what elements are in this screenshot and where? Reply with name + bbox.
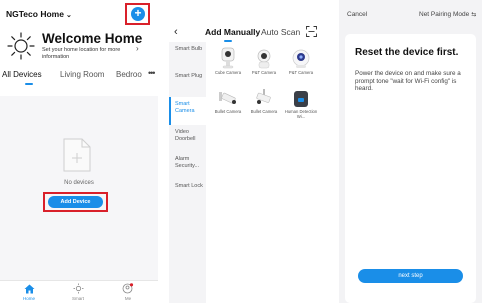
bullet-camera-icon xyxy=(219,92,236,104)
add-device-screen: ‹ Add Manually Auto Scan Smart Bulb Smar… xyxy=(169,0,321,303)
add-device-highlight-box: Add Device xyxy=(43,192,108,212)
device-pt-camera-2[interactable]: P&T Camera xyxy=(282,44,320,75)
reset-description: Power the device on and make sure a prom… xyxy=(355,70,461,92)
add-device-button[interactable]: Add Device xyxy=(48,196,103,208)
nav-home-label: Home xyxy=(22,296,35,301)
add-highlight-box: + xyxy=(125,3,150,25)
device-bullet-camera-1[interactable]: Bullet Camera xyxy=(209,83,247,114)
device-label: P&T Camera xyxy=(251,70,277,75)
smart-sun-icon xyxy=(73,283,83,294)
category-smart-lock[interactable]: Smart Lock xyxy=(169,181,206,205)
category-alarm-security[interactable]: Alarm Security... xyxy=(169,154,206,178)
net-pairing-mode-label: Net Pairing Mode xyxy=(419,11,470,18)
home-name: NGTeco Home xyxy=(6,9,64,19)
category-list: Smart Bulb Smart Plug Smart Camera Video… xyxy=(169,42,206,303)
home-header: NGTeco Home ⌄ + Welcome Home Set your hom… xyxy=(0,0,158,96)
empty-document-icon xyxy=(63,138,91,172)
switch-icon: ⇆ xyxy=(471,12,477,18)
home-screen: NGTeco Home ⌄ + Welcome Home Set your hom… xyxy=(0,0,158,303)
net-pairing-screen: Cancel Net Pairing Mode ⇆ Reset the devic… xyxy=(339,0,482,303)
more-icon[interactable]: ••• xyxy=(146,68,156,78)
device-cube-camera[interactable]: Cube Camera xyxy=(209,44,247,75)
device-human-detection[interactable]: Human Detection Wi... xyxy=(282,83,320,119)
device-label: P&T Camera xyxy=(288,70,314,75)
tab-underline xyxy=(25,83,33,85)
next-step-button[interactable]: next step xyxy=(358,269,463,283)
reset-card: Reset the device first. Power the device… xyxy=(345,34,476,303)
category-smart-bulb[interactable]: Smart Bulb xyxy=(169,44,206,68)
device-label: Bullet Camera xyxy=(250,109,278,114)
add-plus-button[interactable]: + xyxy=(131,7,145,21)
device-label: Human Detection Wi... xyxy=(284,109,318,119)
nav-smart-label: Smart xyxy=(71,296,84,301)
tab-add-manually[interactable]: Add Manually xyxy=(205,27,260,37)
sun-icon xyxy=(7,32,35,60)
pt-camera-icon xyxy=(257,49,271,69)
tab-auto-scan[interactable]: Auto Scan xyxy=(261,27,300,37)
bullet-camera-icon xyxy=(256,89,271,104)
nav-me[interactable]: Me xyxy=(113,282,143,301)
category-label: Smart Camera xyxy=(175,101,195,114)
no-devices-text: No devices xyxy=(64,180,94,186)
device-bullet-camera-2[interactable]: Bullet Camera xyxy=(245,83,283,114)
room-tabs: All Devices Living Room Bedroo ••• xyxy=(0,68,158,92)
chevron-right-icon[interactable]: › xyxy=(136,44,139,53)
scan-icon[interactable] xyxy=(306,26,317,37)
human-detection-icon xyxy=(294,91,308,107)
device-label: Bullet Camera xyxy=(214,109,242,114)
category-smart-plug[interactable]: Smart Plug xyxy=(169,71,206,95)
active-indicator xyxy=(169,97,171,125)
device-pt-camera-1[interactable]: P&T Camera xyxy=(245,44,283,75)
home-selector[interactable]: NGTeco Home ⌄ xyxy=(6,9,72,19)
nav-home[interactable]: Home xyxy=(14,282,44,301)
tab-living-room[interactable]: Living Room xyxy=(60,70,104,79)
tab-bedroom[interactable]: Bedroo xyxy=(116,70,142,79)
cancel-button[interactable]: Cancel xyxy=(347,11,367,18)
net-pairing-mode-selector[interactable]: Net Pairing Mode ⇆ xyxy=(419,11,476,18)
cube-camera-icon xyxy=(221,47,235,69)
tab-underline xyxy=(224,40,232,42)
user-icon xyxy=(122,283,134,294)
chevron-down-icon: ⌄ xyxy=(65,12,72,19)
pt-camera-icon xyxy=(292,49,310,68)
tab-all-devices[interactable]: All Devices xyxy=(2,70,42,79)
back-icon[interactable]: ‹ xyxy=(174,26,178,38)
device-label: Cube Camera xyxy=(214,70,242,75)
category-smart-camera[interactable]: Smart Camera xyxy=(169,97,206,125)
welcome-title: Welcome Home xyxy=(42,31,143,46)
nav-smart[interactable]: Smart xyxy=(63,282,93,301)
category-video-doorbell[interactable]: Video Doorbell xyxy=(169,127,206,151)
nav-me-label: Me xyxy=(124,296,132,301)
welcome-subtitle[interactable]: Set your home location for more informat… xyxy=(42,47,134,60)
home-icon xyxy=(24,284,34,293)
reset-title: Reset the device first. xyxy=(355,47,459,58)
bottom-nav: Home Smart Me xyxy=(0,280,158,303)
